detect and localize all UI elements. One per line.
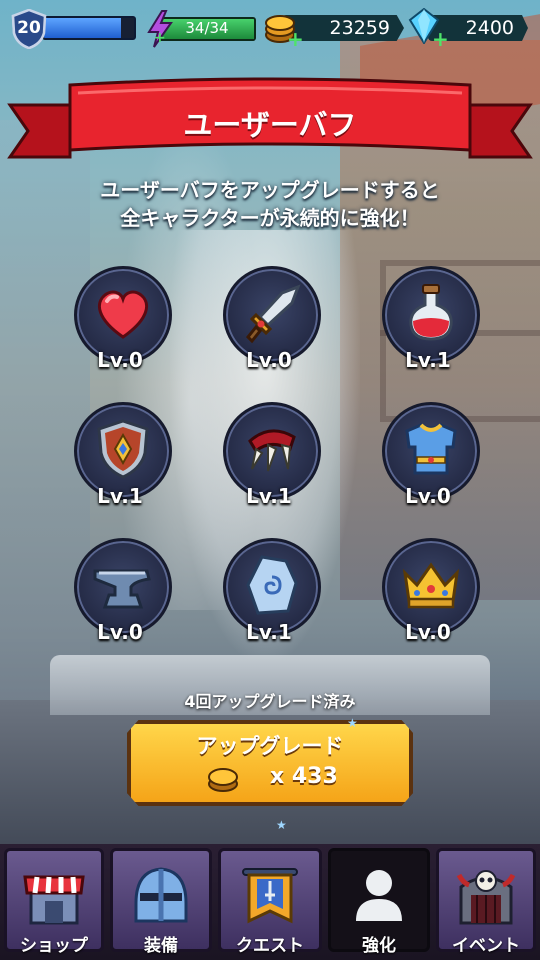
heart-icon: [97, 290, 149, 339]
sword-icon: [245, 284, 301, 344]
sparkle-icon: ★: [276, 818, 287, 832]
buff-level: Lv.0: [405, 620, 451, 644]
upgrade-cost: x 433: [270, 764, 338, 789]
buff-slot-potion[interactable]: Lv.1: [380, 264, 480, 372]
buff-level: Lv.0: [97, 620, 143, 644]
shop-icon: [23, 875, 85, 925]
buff-level: Lv.0: [97, 348, 143, 372]
buff-level: Lv.0: [405, 484, 451, 508]
buff-level: Lv.1: [405, 348, 451, 372]
crown-icon: [402, 562, 460, 609]
nav-event[interactable]: イベント: [436, 848, 536, 956]
armor-icon: [405, 423, 457, 475]
xp-bar: [42, 16, 136, 40]
buff-level: Lv.1: [246, 620, 292, 644]
buff-slot-rune[interactable]: Lv.1: [221, 536, 321, 644]
nav-label: イベント: [452, 936, 520, 956]
nav-quest[interactable]: クエスト: [218, 848, 322, 956]
nav-equipment[interactable]: 装備: [110, 848, 212, 956]
quest-banner-icon: [242, 868, 298, 924]
nav-upgrade[interactable]: 強化: [328, 848, 430, 956]
nav-label: 強化: [362, 936, 396, 956]
upgrade-count: 4回アップグレード済み: [184, 692, 356, 711]
buff-slot-claw[interactable]: Lv.1: [221, 400, 321, 508]
buff-level: Lv.1: [246, 484, 292, 508]
energy-value: 34/34: [185, 19, 229, 37]
coin-icon: [208, 768, 238, 792]
buff-slot-crown[interactable]: Lv.0: [380, 536, 480, 644]
skull-gate-icon: [456, 870, 516, 925]
potion-icon: [409, 284, 453, 341]
shield-icon: [97, 419, 149, 479]
description-line-2: 全キャラクターが永続的に強化！: [120, 206, 420, 230]
buff-slot-heart[interactable]: Lv.0: [72, 264, 172, 372]
buff-level: Lv.0: [246, 348, 292, 372]
nav-label: クエスト: [236, 936, 304, 956]
page-title: ユーザーバフ: [183, 108, 357, 142]
user-icon: [356, 870, 402, 921]
description: ユーザーバフをアップグレードすると 全キャラクターが永続的に強化！: [40, 176, 500, 232]
helmet-icon: [134, 867, 188, 923]
buff-slot-anvil[interactable]: Lv.0: [72, 536, 172, 644]
sparkle-icon: ★: [347, 716, 358, 730]
rune-stone-icon: [246, 555, 298, 615]
player-level: 20: [17, 18, 41, 38]
buff-slot-armor[interactable]: Lv.0: [380, 400, 480, 508]
nav-shop[interactable]: ショップ: [4, 848, 104, 956]
description-line-1: ユーザーバフをアップグレードすると: [100, 178, 440, 202]
buff-slot-shield[interactable]: Lv.1: [72, 400, 172, 508]
buff-level: Lv.1: [97, 484, 143, 508]
nav-label: ショップ: [20, 936, 88, 956]
upgrade-button-label: アップグレード: [196, 734, 344, 758]
gem-plus-icon[interactable]: +: [432, 27, 449, 51]
nav-label: 装備: [144, 936, 178, 956]
anvil-icon: [93, 569, 151, 609]
buff-slot-sword[interactable]: Lv.0: [221, 264, 321, 372]
coin-plus-icon[interactable]: +: [287, 27, 304, 51]
status-bar: 20 + 34/34 23259 + 2400 +: [0, 0, 540, 56]
claw-icon: [248, 429, 296, 472]
